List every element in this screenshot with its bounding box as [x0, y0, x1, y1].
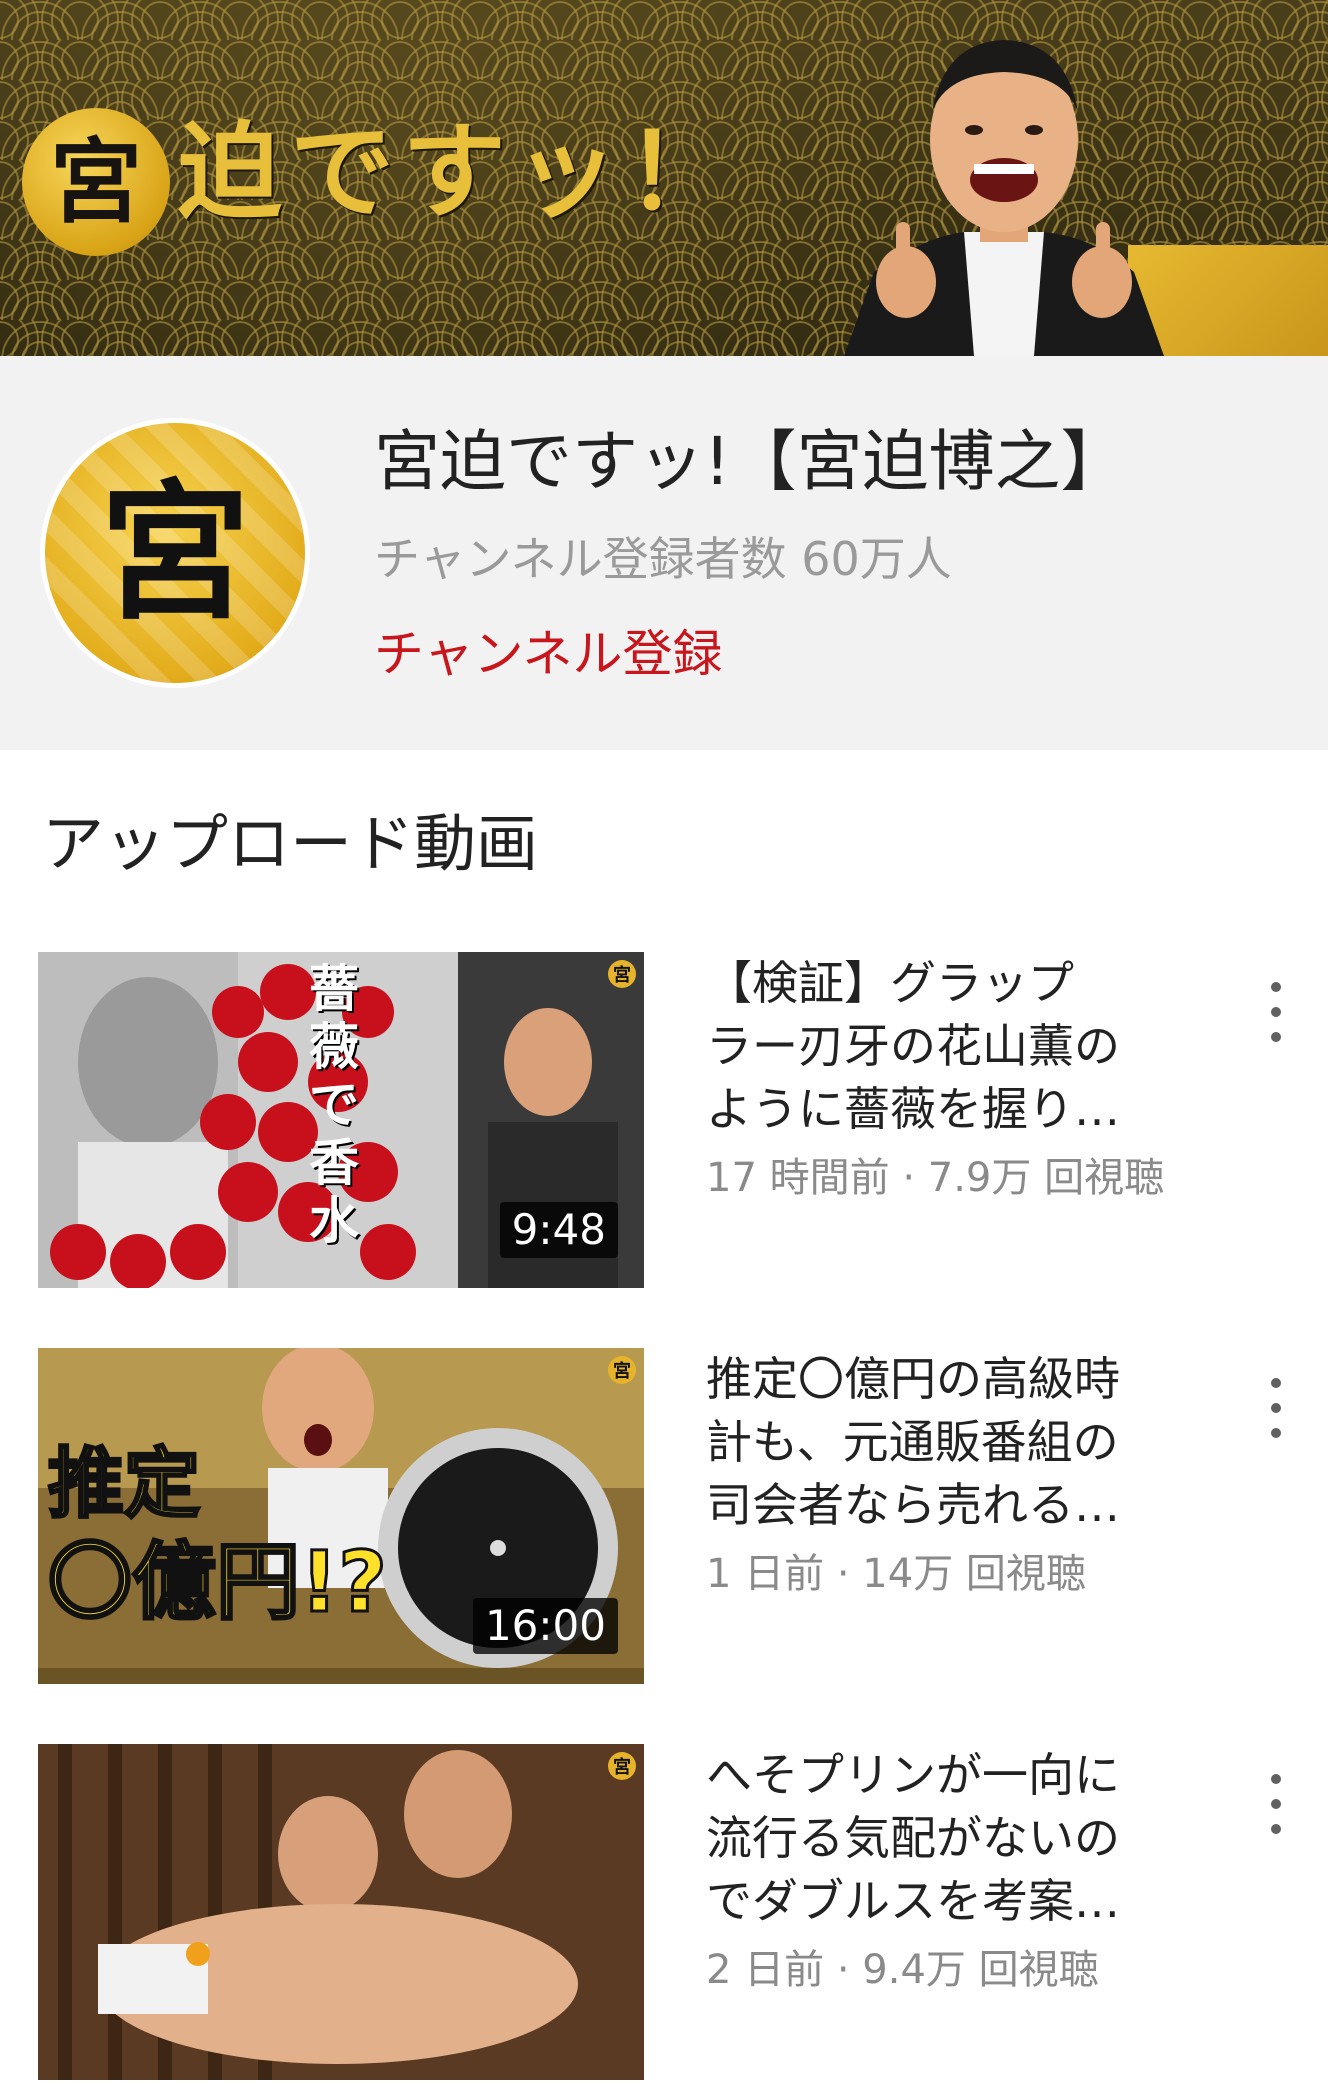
video-duration: 9:48 — [499, 1201, 618, 1258]
video-thumbnail[interactable]: 薔薇で香水 宮 9:48 — [38, 952, 644, 1288]
more-options-icon[interactable] — [1262, 982, 1290, 1042]
video-thumbnail[interactable]: 宮 — [38, 1744, 644, 2080]
video-title[interactable]: 【検証】グラップ ラー刃牙の花山薫の ように薔薇を握り… — [706, 952, 1176, 1141]
channel-badge-icon: 宮 — [608, 1752, 636, 1780]
subscribe-button[interactable]: チャンネル登録 — [374, 624, 723, 684]
video-duration: 16:00 — [472, 1597, 618, 1654]
more-options-icon[interactable] — [1262, 1774, 1290, 1834]
thumbnail-caption-bottom: 〇億円!? — [46, 1533, 388, 1631]
more-options-icon[interactable] — [1262, 1378, 1290, 1438]
video-item[interactable]: 推定 〇億円!? 宮 16:00 推定〇億円の高級時 計も、元通販番組の 司会者… — [0, 1348, 1328, 1688]
channel-badge-icon: 宮 — [608, 960, 636, 988]
subscriber-count: チャンネル登録者数 60万人 — [374, 532, 952, 586]
channel-avatar[interactable]: 宮 — [40, 418, 310, 688]
channel-name: 宮迫ですッ!【宮迫博之】 — [374, 423, 1127, 500]
thumbnail-caption-top: 推定 — [47, 1439, 202, 1528]
video-item[interactable]: 薔薇で香水 宮 9:48 【検証】グラップ ラー刃牙の花山薫の ように薔薇を握り… — [0, 952, 1328, 1292]
video-meta: 1 日前 · 14万 回視聴 — [706, 1551, 1086, 1597]
banner-logo: 宮 — [22, 108, 170, 256]
channel-badge-icon: 宮 — [608, 1356, 636, 1384]
channel-header: 宮 宮迫ですッ!【宮迫博之】 チャンネル登録者数 60万人 チャンネル登録 — [0, 356, 1328, 750]
video-title[interactable]: へそプリンが一向に 流行る気配がないの でダブルスを考案… — [706, 1744, 1176, 1933]
banner-title: 迫ですッ！ — [178, 110, 739, 233]
video-item[interactable]: 宮 へそプリンが一向に 流行る気配がないの でダブルスを考案… 2 日前 · 9… — [0, 1744, 1328, 2084]
video-title[interactable]: 推定〇億円の高級時 計も、元通販番組の 司会者なら売れる… — [706, 1348, 1176, 1537]
video-meta: 2 日前 · 9.4万 回視聴 — [706, 1947, 1099, 1993]
video-meta: 17 時間前 · 7.9万 回視聴 — [706, 1155, 1165, 1201]
thumbnail-caption: 薔薇で香水 — [309, 959, 359, 1250]
section-title: アップロード動画 — [42, 807, 539, 880]
avatar-glyph: 宮 — [99, 465, 250, 641]
video-thumbnail[interactable]: 推定 〇億円!? 宮 16:00 — [38, 1348, 644, 1684]
channel-banner: 宮 迫ですッ！ — [0, 0, 1328, 356]
host-photo — [844, 40, 1164, 356]
